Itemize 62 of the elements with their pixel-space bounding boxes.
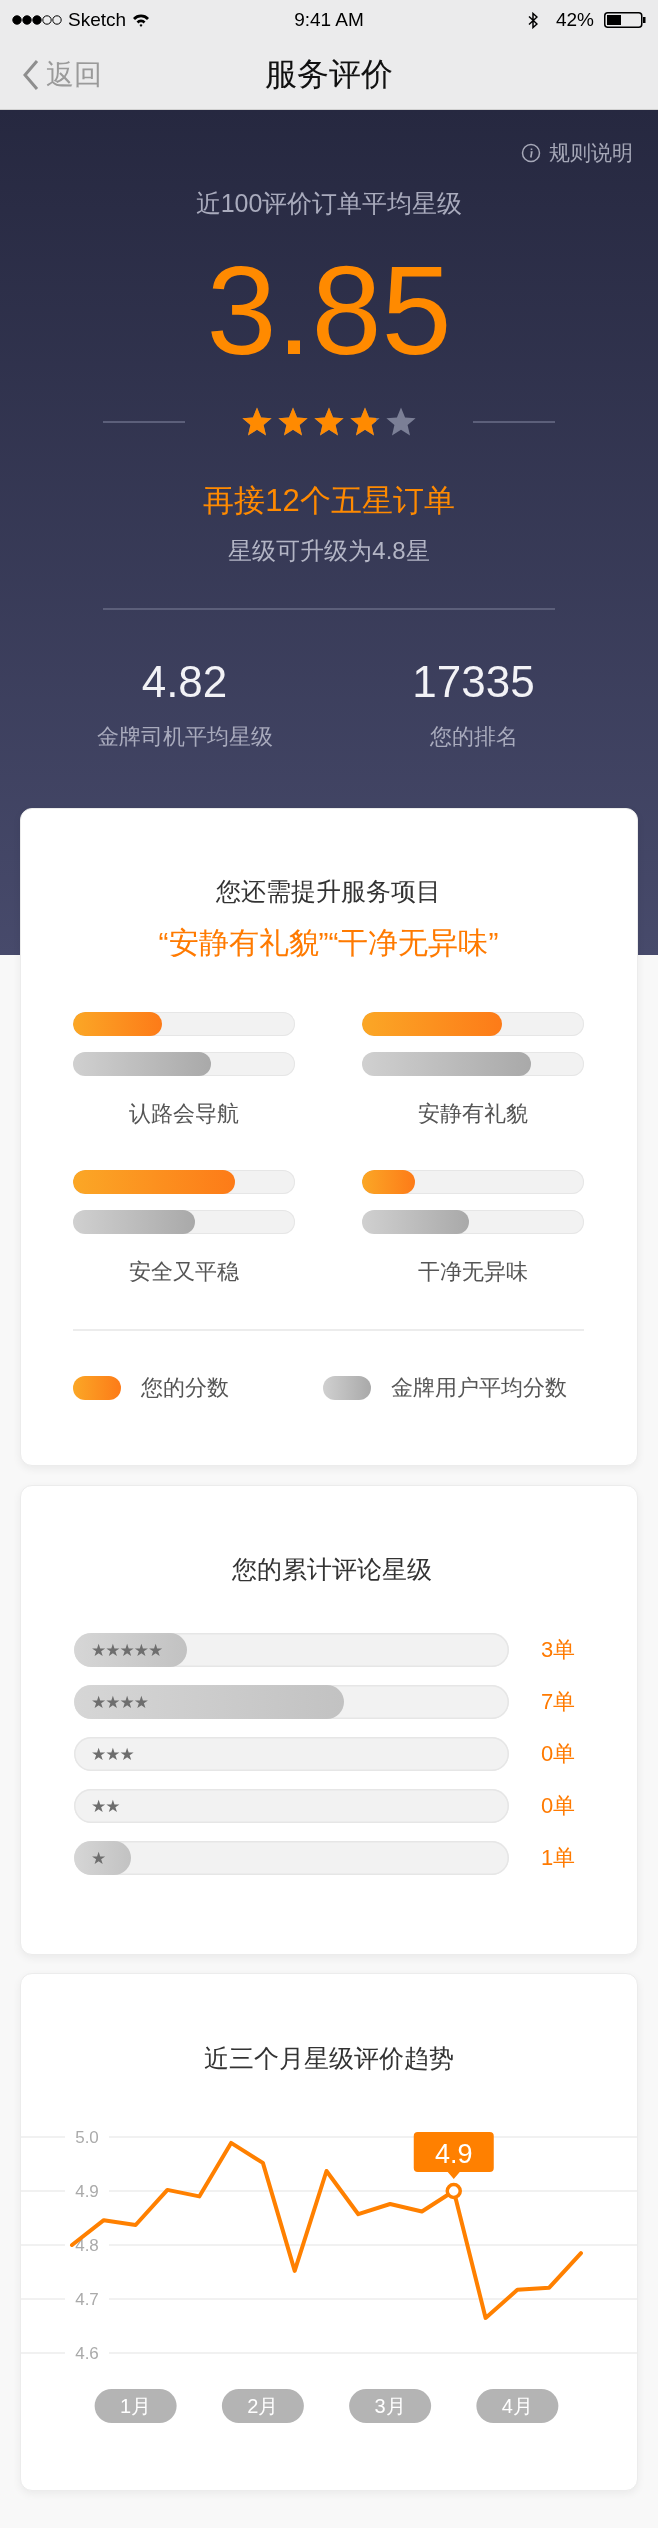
star-icon bbox=[277, 406, 309, 438]
score-caption: 近100评价订单平均星级 bbox=[195, 188, 463, 218]
month-tag: 4月 bbox=[476, 2389, 559, 2423]
item-label: 安静有礼貌 bbox=[417, 1100, 529, 1128]
star-label: ★★★★ bbox=[91, 1691, 148, 1714]
wifi-icon bbox=[132, 13, 151, 27]
x-tick-label: 1月 bbox=[120, 2395, 152, 2417]
upgrade-note: 星级可升级为4.8星 bbox=[228, 536, 430, 566]
clock: 9:41 AM bbox=[293, 9, 365, 31]
axis-label: 4.7 bbox=[75, 2290, 99, 2309]
legend-swatch bbox=[73, 1375, 121, 1400]
star-label: ★★ bbox=[91, 1795, 120, 1818]
card-title: 近三个月星级评价趋势 bbox=[203, 2043, 455, 2073]
axis-label: 5.0 bbox=[75, 2128, 99, 2147]
axis-label: 4.6 bbox=[75, 2344, 99, 2363]
star-label: ★★★ bbox=[91, 1743, 134, 1766]
upgrade-hint: 再接12个五星订单 bbox=[203, 483, 455, 519]
item-label: 安全又平稳 bbox=[128, 1258, 240, 1286]
order-count: 0单 bbox=[541, 1740, 576, 1768]
stat-value: 4.82 bbox=[141, 656, 228, 707]
average-score: 3.85 bbox=[206, 248, 452, 374]
card-title: 您还需提升服务项目 bbox=[215, 876, 442, 906]
highlight-text: “安静有礼貌”“干净无异味” bbox=[157, 925, 500, 961]
month-tag: 3月 bbox=[349, 2389, 432, 2423]
value-tooltip: 4.9 bbox=[413, 2132, 494, 2179]
legend-swatch bbox=[323, 1375, 371, 1400]
rules-link[interactable]: 规则说明 bbox=[521, 140, 633, 166]
star-icon bbox=[385, 406, 417, 438]
legend-label: 您的分数 bbox=[141, 1373, 229, 1402]
page-title: 服务评价 bbox=[264, 54, 394, 94]
order-count: 1单 bbox=[541, 1844, 576, 1872]
battery-icon bbox=[604, 12, 646, 28]
axis-label: 4.9 bbox=[75, 2182, 99, 2201]
stat-value: 17335 bbox=[412, 656, 535, 707]
signal-icon bbox=[12, 14, 62, 26]
star-icon bbox=[349, 406, 381, 438]
star-label: ★★★★★ bbox=[91, 1639, 163, 1662]
order-count: 7单 bbox=[541, 1688, 576, 1716]
stat-label: 您的排名 bbox=[429, 722, 518, 751]
order-count: 0单 bbox=[541, 1792, 576, 1820]
order-count: 3单 bbox=[541, 1636, 576, 1664]
star-icon bbox=[313, 406, 345, 438]
data-point-marker bbox=[445, 2182, 462, 2200]
item-label: 认路会导航 bbox=[128, 1100, 240, 1128]
chevron-left-icon bbox=[22, 58, 40, 91]
x-tick-label: 2月 bbox=[247, 2395, 279, 2417]
month-tag: 2月 bbox=[221, 2389, 304, 2423]
x-tick-label: 3月 bbox=[374, 2395, 406, 2417]
info-icon bbox=[521, 143, 541, 163]
carrier-name: Sketch bbox=[68, 9, 127, 31]
legend-label: 金牌用户平均分数 bbox=[391, 1373, 567, 1402]
bluetooth-icon bbox=[527, 11, 538, 29]
item-label: 干净无异味 bbox=[417, 1258, 529, 1286]
stat-label: 金牌司机平均星级 bbox=[96, 722, 273, 751]
month-tag: 1月 bbox=[94, 2389, 177, 2423]
annotation: 4.9 bbox=[434, 2139, 473, 2169]
x-tick-label: 4月 bbox=[501, 2395, 533, 2417]
axis-label: 4.8 bbox=[75, 2236, 99, 2255]
card-title: 您的累计评论星级 bbox=[230, 1554, 433, 1584]
star-icon bbox=[241, 406, 273, 438]
battery-percent: 42% bbox=[555, 9, 594, 31]
star-label: ★ bbox=[91, 1847, 106, 1870]
